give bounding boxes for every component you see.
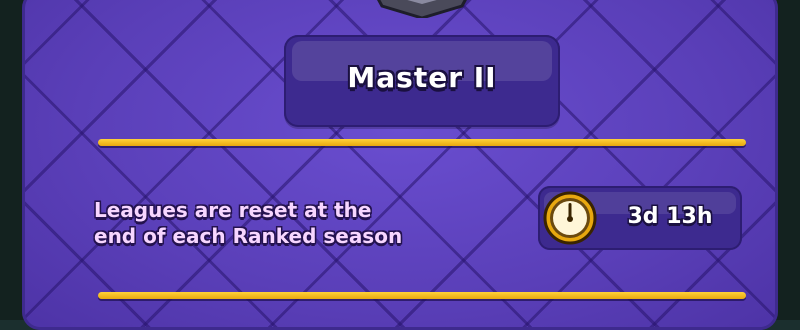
league-reset-info: Leagues are reset at the end of each Ran…: [94, 197, 474, 249]
league-badge-icon: [377, 0, 467, 18]
reset-info-line1: Leagues are reset at the: [94, 198, 372, 222]
timer-value: 3d 13h: [627, 204, 713, 229]
divider-bottom: [98, 292, 746, 299]
league-title-box: Master II: [284, 35, 560, 127]
screen-frame: Master II Leagues are reset at the end o…: [0, 0, 800, 330]
reset-info-line2: end of each Ranked season: [94, 224, 403, 248]
league-info-panel: Master II Leagues are reset at the end o…: [22, 0, 778, 330]
divider-top: [98, 139, 746, 146]
clock-icon: [543, 191, 597, 245]
league-name: Master II: [347, 61, 497, 94]
season-timer: 3d 13h: [538, 186, 742, 250]
